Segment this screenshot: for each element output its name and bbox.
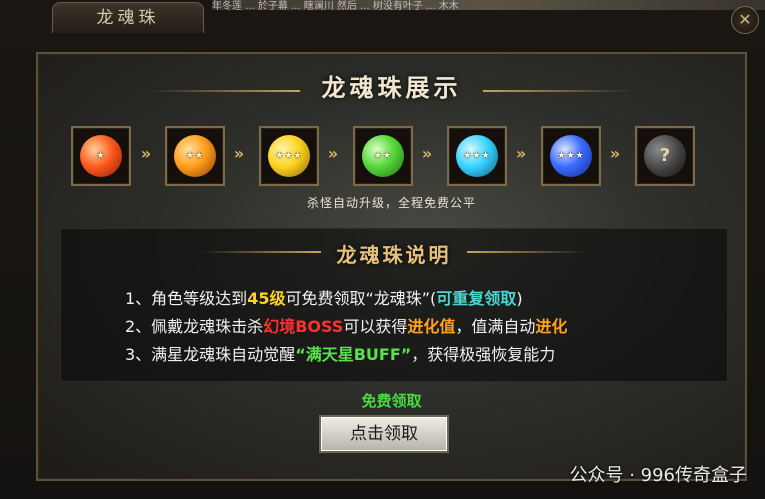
line1-repeatable: 可重复领取 <box>436 289 517 308</box>
orb-question-mark: ? <box>659 145 671 166</box>
unknown-orb-icon: ? <box>644 135 686 177</box>
orb-slot-5: ★★★ <box>447 126 507 186</box>
cyan-orb-icon: ★★★ <box>456 135 498 177</box>
arrow-icon: » <box>515 144 527 163</box>
orb-slot-4: ★★ <box>353 126 413 186</box>
claim-button[interactable]: 点击领取 <box>319 415 449 453</box>
orb-stars: ★★ <box>185 151 205 161</box>
orb-caption: 杀怪自动升级，全程免费公平 <box>306 196 476 210</box>
line3-part-c: ，获得极强恢复能力 <box>411 345 556 364</box>
description-title: 龙魂珠说明 <box>336 243 452 267</box>
main-panel: 龙魂珠展示 ★ » ★★ » ★★★ » ★★ » ★★★ » ★★★ » ? … <box>36 52 747 481</box>
red-orb-icon: ★ <box>80 135 122 177</box>
orb-stars: ★★★ <box>557 151 585 161</box>
line1-part-e: ) <box>516 289 523 308</box>
orb-stars: ★★★ <box>275 151 303 161</box>
orb-slot-6: ★★★ <box>541 126 601 186</box>
arrow-icon: » <box>233 144 245 163</box>
orb-slot-3: ★★★ <box>259 126 319 186</box>
yellow-orb-icon: ★★★ <box>268 135 310 177</box>
arrow-icon: » <box>140 144 152 163</box>
arrow-icon: » <box>421 144 433 163</box>
watermark: 公众号 · 996传奇盒子 <box>569 465 747 486</box>
orb-slot-1: ★ <box>71 126 131 186</box>
free-claim-text: 免费领取 <box>361 392 422 410</box>
orb-row: ★ » ★★ » ★★★ » ★★ » ★★★ » ★★★ » ? <box>38 126 745 190</box>
showcase-title: 龙魂珠展示 <box>321 74 462 102</box>
line2-part-c: 可以获得 <box>343 317 408 336</box>
window-title: 龙魂珠 <box>52 2 204 33</box>
orange-orb-icon: ★★ <box>174 135 216 177</box>
arrow-icon: » <box>327 144 339 163</box>
description-line-3: 3、满星龙魂珠自动觉醒“满天星BUFF”，获得极强恢复能力 <box>125 341 555 365</box>
top-strip-text: 年冬莲 ... 於子幕 ... 瞎澜川 然后 ... 树没有叶子 ... 木木 <box>212 1 459 12</box>
close-icon[interactable]: ✕ <box>731 6 759 34</box>
arrow-icon: » <box>609 144 621 163</box>
line3-buff: “满天星BUFF” <box>295 345 412 364</box>
line1-part-a: 1、角色等级达到 <box>125 289 248 308</box>
line2-evolve: 进化 <box>535 317 568 336</box>
orb-slot-2: ★★ <box>165 126 225 186</box>
line1-part-c: 可免费领取“龙魂珠”( <box>285 289 437 308</box>
line2-boss: 幻境BOSS <box>263 317 344 336</box>
green-orb-icon: ★★ <box>362 135 404 177</box>
description-line-2: 2、佩戴龙魂珠击杀幻境BOSS可以获得进化值，值满自动进化 <box>125 313 567 337</box>
line1-level: 45级 <box>247 289 286 308</box>
line2-part-a: 2、佩戴龙魂珠击杀 <box>125 317 264 336</box>
line3-part-a: 3、满星龙魂珠自动觉醒 <box>125 345 296 364</box>
description-box: 龙魂珠说明 1、角色等级达到45级可免费领取“龙魂珠”(可重复领取) 2、佩戴龙… <box>60 228 728 382</box>
line2-evolution-value: 进化值 <box>407 317 456 336</box>
orb-stars: ★ <box>96 151 106 161</box>
orb-slot-7: ? <box>635 126 695 186</box>
orb-stars: ★★ <box>373 151 393 161</box>
orb-stars: ★★★ <box>463 151 491 161</box>
top-strip: 年冬莲 ... 於子幕 ... 瞎澜川 然后 ... 树没有叶子 ... 木木 <box>212 0 765 12</box>
blue-orb-icon: ★★★ <box>550 135 592 177</box>
description-line-1: 1、角色等级达到45级可免费领取“龙魂珠”(可重复领取) <box>125 285 523 309</box>
line2-part-e: ，值满自动 <box>455 317 536 336</box>
